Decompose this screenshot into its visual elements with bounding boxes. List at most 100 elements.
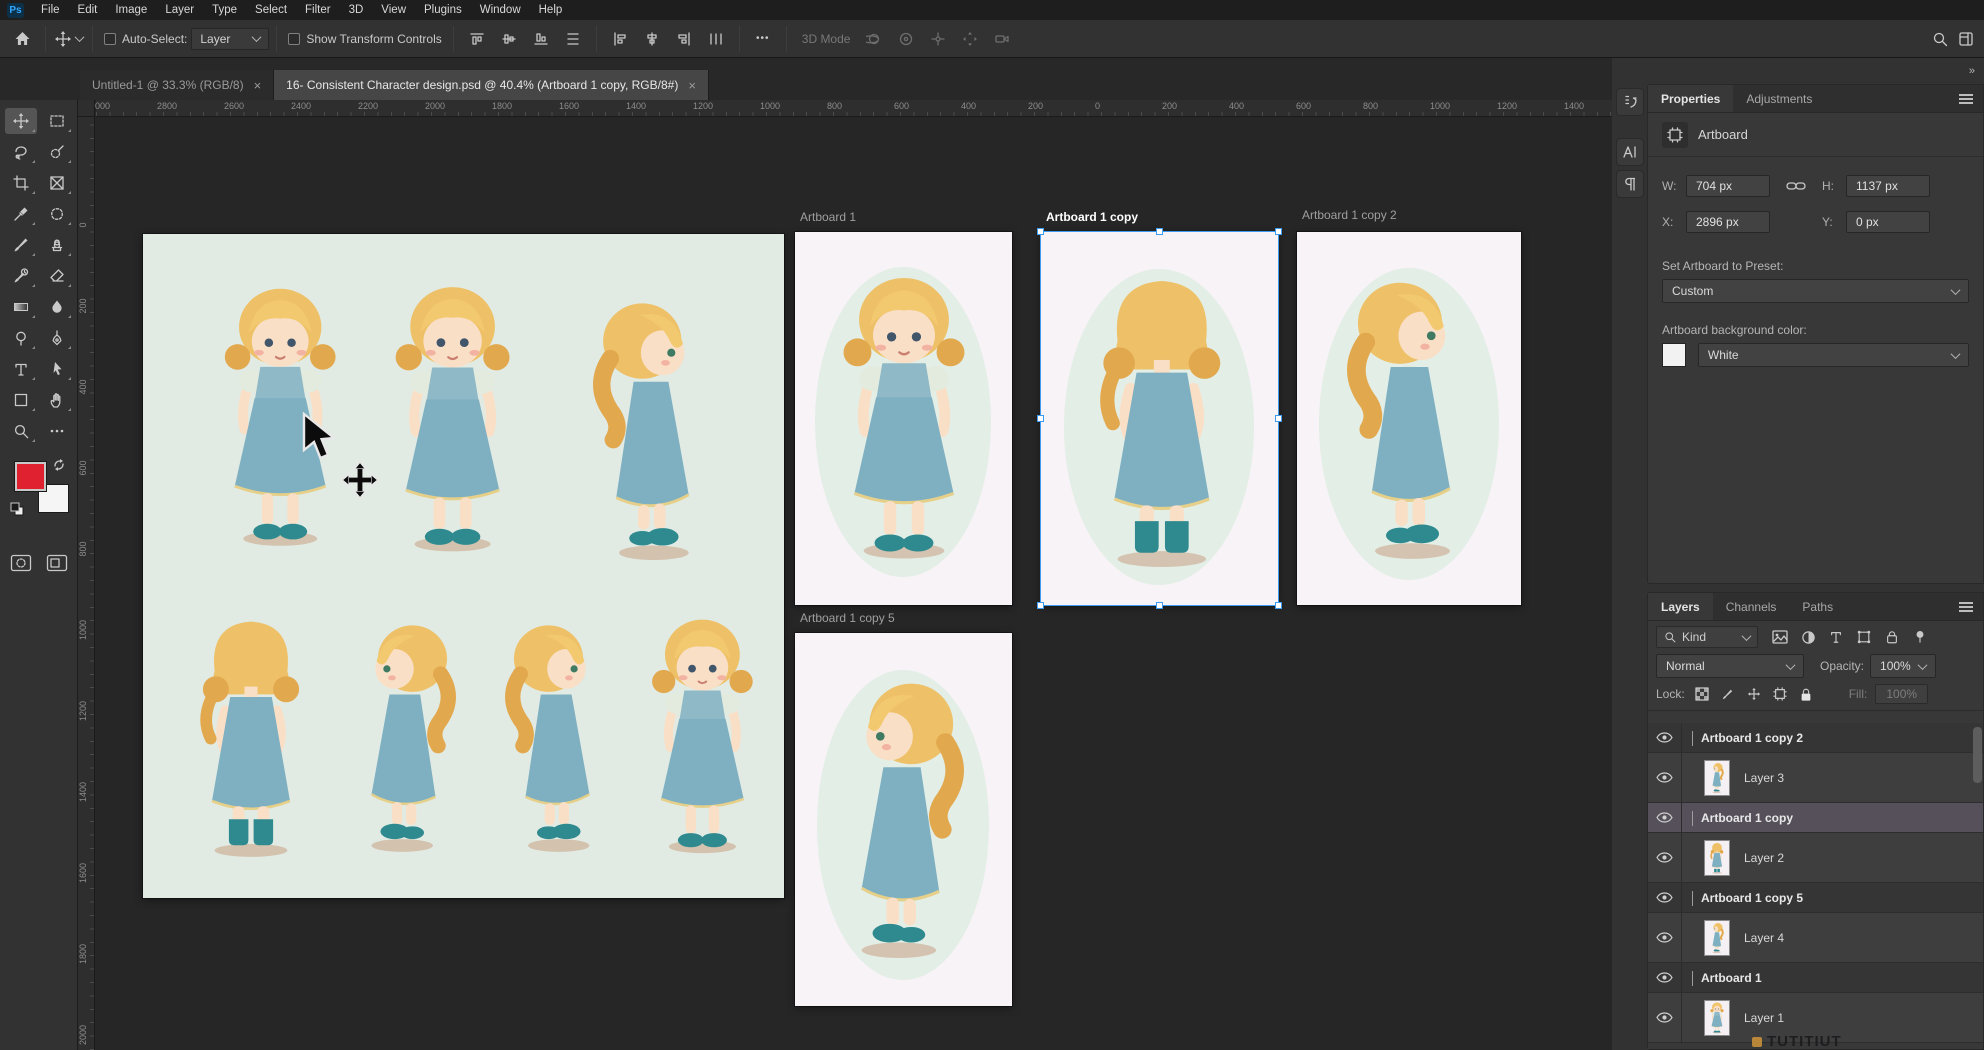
quick-mask-button[interactable] — [10, 554, 32, 572]
menu-edit[interactable]: Edit — [69, 0, 107, 20]
chevron-down-icon[interactable] — [1692, 811, 1693, 825]
filter-pixel-layers-icon[interactable] — [1768, 626, 1792, 648]
lock-artboard-nesting-icon[interactable] — [1771, 685, 1789, 703]
lock-transparent-pixels-icon[interactable] — [1693, 685, 1711, 703]
lock-image-pixels-icon[interactable] — [1719, 685, 1737, 703]
filter-shape-layers-icon[interactable] — [1852, 626, 1876, 648]
zoom-tool[interactable] — [5, 418, 37, 444]
blend-mode-dropdown[interactable]: Normal — [1656, 654, 1804, 678]
edit-toolbar-button[interactable] — [41, 418, 73, 444]
character-panel-icon[interactable] — [1616, 138, 1644, 166]
menu-type[interactable]: Type — [203, 0, 246, 20]
tab-channels[interactable]: Channels — [1713, 593, 1790, 620]
layer-group-row[interactable]: Artboard 1 copy — [1648, 803, 1983, 833]
chevron-down-icon[interactable] — [1692, 731, 1693, 745]
swap-colors-icon[interactable] — [52, 458, 66, 472]
layer-thumbnail[interactable] — [1704, 760, 1730, 796]
filter-smart-objects-icon[interactable] — [1880, 626, 1904, 648]
distribute-horizontal-icon[interactable] — [702, 25, 730, 53]
artboard-bg-color-swatch[interactable] — [1662, 343, 1686, 367]
layer-thumbnail[interactable] — [1704, 840, 1730, 876]
menu-plugins[interactable]: Plugins — [415, 0, 471, 20]
collapse-panels-icon[interactable]: » — [1969, 65, 1974, 77]
layer-row[interactable]: Layer 4 — [1648, 913, 1983, 963]
screen-mode-button[interactable] — [46, 554, 68, 572]
path-selection-tool[interactable] — [41, 356, 73, 382]
visibility-eye-icon[interactable] — [1648, 723, 1682, 752]
document-tab-untitled[interactable]: Untitled-1 @ 33.3% (RGB/8) × — [80, 70, 274, 100]
layer-row[interactable]: Layer 2 — [1648, 833, 1983, 883]
paragraph-panel-icon[interactable] — [1616, 170, 1644, 198]
reference-image[interactable] — [143, 234, 784, 898]
menu-3d[interactable]: 3D — [340, 0, 373, 20]
close-tab-icon[interactable]: × — [254, 78, 262, 93]
selection-handle[interactable] — [1156, 602, 1163, 609]
selection-handle[interactable] — [1275, 228, 1282, 235]
tab-properties[interactable]: Properties — [1648, 85, 1733, 112]
dodge-tool[interactable] — [5, 325, 37, 351]
layer-group-row[interactable]: Artboard 1 copy 2 — [1648, 723, 1983, 753]
more-align-options-button[interactable]: ••• — [749, 25, 777, 53]
blur-tool[interactable] — [41, 294, 73, 320]
selection-handle[interactable] — [1037, 415, 1044, 422]
align-bottom-edges-icon[interactable] — [527, 25, 555, 53]
align-vertical-centers-icon[interactable] — [495, 25, 523, 53]
artboard-bg-color-dropdown[interactable]: White — [1698, 343, 1969, 367]
menu-window[interactable]: Window — [471, 0, 530, 20]
opacity-dropdown[interactable]: 100% — [1870, 654, 1936, 678]
hand-tool[interactable] — [41, 387, 73, 413]
artboard-label[interactable]: Artboard 1 — [800, 210, 856, 224]
panel-menu-icon[interactable] — [1959, 606, 1973, 608]
visibility-eye-icon[interactable] — [1648, 913, 1682, 962]
visibility-eye-icon[interactable] — [1648, 753, 1682, 802]
default-colors-icon[interactable] — [10, 502, 24, 516]
menu-file[interactable]: File — [32, 0, 69, 20]
artboard-preset-dropdown[interactable]: Custom — [1662, 279, 1969, 303]
rectangle-tool[interactable] — [5, 387, 37, 413]
quick-selection-tool[interactable] — [41, 139, 73, 165]
align-right-edges-icon[interactable] — [670, 25, 698, 53]
distribute-vertical-icon[interactable] — [559, 25, 587, 53]
artboard-label[interactable]: Artboard 1 copy — [1046, 210, 1138, 224]
filter-toggle-icon[interactable] — [1908, 626, 1932, 648]
menu-select[interactable]: Select — [246, 0, 296, 20]
auto-select-target-dropdown[interactable]: Layer — [191, 28, 269, 50]
canvas-area[interactable]: 3000280026002400220020001800160014001200… — [78, 100, 1612, 1050]
layer-row[interactable]: Layer 3 — [1648, 753, 1983, 803]
brush-tool[interactable] — [5, 232, 37, 258]
tab-adjustments[interactable]: Adjustments — [1733, 85, 1825, 112]
align-horizontal-centers-icon[interactable] — [638, 25, 666, 53]
artboard-label[interactable]: Artboard 1 copy 2 — [1302, 208, 1397, 222]
eraser-tool[interactable] — [41, 263, 73, 289]
document-tab-character-design[interactable]: 16- Consistent Character design.psd @ 40… — [274, 70, 709, 100]
menu-layer[interactable]: Layer — [156, 0, 203, 20]
artboard-1-copy[interactable] — [1041, 232, 1278, 605]
close-tab-icon[interactable]: × — [688, 78, 696, 93]
selection-handle[interactable] — [1275, 415, 1282, 422]
move-tool-option-button[interactable] — [55, 25, 83, 53]
visibility-eye-icon[interactable] — [1648, 833, 1682, 882]
lock-all-icon[interactable] — [1797, 685, 1815, 703]
menu-image[interactable]: Image — [106, 0, 156, 20]
selection-handle[interactable] — [1156, 228, 1163, 235]
menu-view[interactable]: View — [372, 0, 415, 20]
workspace-switcher-icon[interactable] — [1958, 31, 1974, 47]
menu-filter[interactable]: Filter — [296, 0, 340, 20]
history-panel-icon[interactable] — [1616, 88, 1644, 116]
artboard-1[interactable] — [795, 232, 1012, 605]
pen-tool[interactable] — [41, 325, 73, 351]
menu-help[interactable]: Help — [530, 0, 572, 20]
artboard-1-copy-5[interactable] — [795, 633, 1012, 1006]
height-field[interactable]: 1137 px — [1846, 175, 1930, 197]
frame-tool[interactable] — [41, 170, 73, 196]
panel-menu-icon[interactable] — [1959, 98, 1973, 100]
layer-thumbnail[interactable] — [1704, 920, 1730, 956]
crop-tool[interactable] — [5, 170, 37, 196]
clone-stamp-tool[interactable] — [41, 232, 73, 258]
tab-paths[interactable]: Paths — [1789, 593, 1846, 620]
show-transform-controls-checkbox[interactable] — [288, 33, 300, 45]
layer-filter-kind-dropdown[interactable]: Kind — [1656, 626, 1758, 648]
type-tool[interactable] — [5, 356, 37, 382]
tab-layers[interactable]: Layers — [1648, 593, 1713, 620]
history-brush-tool[interactable] — [5, 263, 37, 289]
